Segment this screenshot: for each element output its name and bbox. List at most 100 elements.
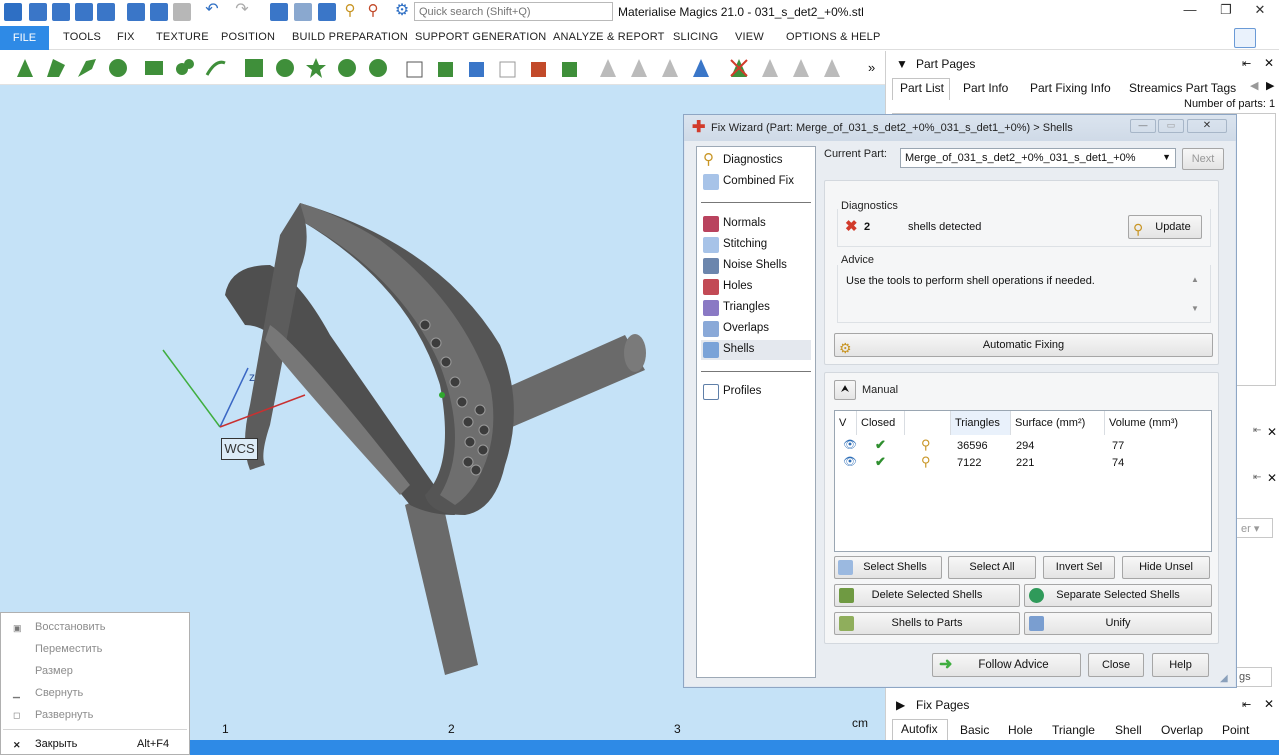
col-visible[interactable]: V <box>835 411 857 435</box>
view-cube-icon[interactable] <box>270 3 288 21</box>
dialog-close-icon[interactable]: ✕ <box>1187 119 1227 133</box>
triangle-edit-icon[interactable] <box>821 57 843 79</box>
undo-icon[interactable]: ↶ <box>203 2 221 21</box>
tab-overlap[interactable]: Overlap <box>1161 723 1203 737</box>
scroll-down-icon[interactable]: ▼ <box>1191 304 1199 313</box>
nav-combined-fix[interactable]: Combined Fix <box>701 172 811 192</box>
mark-surface-icon[interactable] <box>45 57 67 79</box>
cube-view-icon[interactable] <box>404 57 426 79</box>
menu-maximize[interactable]: Развернуть <box>35 709 93 721</box>
pin-icon[interactable]: ⇤ <box>1242 57 1251 70</box>
partial-dropdown[interactable]: er ▾ <box>1236 518 1273 538</box>
nav-noise-shells[interactable]: Noise Shells <box>701 256 811 276</box>
menu-analyze-report[interactable]: ANALYZE & REPORT <box>553 31 665 43</box>
mark-triangle-icon[interactable] <box>14 57 36 79</box>
menu-tools[interactable]: TOOLS <box>63 31 101 43</box>
cube-red-icon[interactable] <box>528 57 550 79</box>
fix-pages-expand-icon[interactable]: ▶ <box>896 698 905 712</box>
mark-plane-icon[interactable] <box>76 57 98 79</box>
cube-blue-icon[interactable] <box>466 57 488 79</box>
separate-selected-shells-button[interactable]: Separate Selected Shells <box>1024 584 1212 607</box>
close-button[interactable]: Close <box>1088 653 1144 677</box>
help-button[interactable]: Help <box>1152 653 1209 677</box>
nav-stitching[interactable]: Stitching <box>701 235 811 255</box>
menu-restore[interactable]: Восстановить <box>35 621 105 633</box>
new-file-icon[interactable] <box>29 3 47 21</box>
tab-triangle[interactable]: Triangle <box>1052 723 1095 737</box>
mark-star-icon[interactable] <box>305 57 327 79</box>
eye-icon[interactable]: 👁 <box>843 438 857 451</box>
save-icon[interactable] <box>75 3 93 21</box>
zoom-reset-icon[interactable]: ⚲ <box>364 3 382 21</box>
delete-selected-shells-button[interactable]: Delete Selected Shells <box>834 584 1020 607</box>
import-part-icon[interactable] <box>127 3 145 21</box>
triangle-gray-icon[interactable] <box>597 57 619 79</box>
resize-grip-icon[interactable]: ◢ <box>1220 673 1228 684</box>
triangle-copy-icon[interactable] <box>790 57 812 79</box>
cube-green-icon[interactable] <box>435 57 457 79</box>
menu-support-generation[interactable]: SUPPORT GENERATION <box>415 31 546 43</box>
tab-shell[interactable]: Shell <box>1115 723 1142 737</box>
menu-slicing[interactable]: SLICING <box>673 31 718 43</box>
table-row[interactable]: 👁 ✔ ⚲ 7122 221 74 <box>835 454 1211 471</box>
tab-basic[interactable]: Basic <box>960 723 989 737</box>
monitor-icon[interactable] <box>1234 28 1256 48</box>
col-surface[interactable]: Surface (mm²) <box>1011 411 1105 435</box>
part-pages-collapse-icon[interactable]: ▼ <box>896 57 908 71</box>
restore-window-icon[interactable]: ❐ <box>1216 2 1236 18</box>
tab-streamics-part-tags[interactable]: Streamics Part Tags <box>1129 81 1236 95</box>
manual-collapse-icon[interactable]: ⮝ <box>834 380 856 400</box>
fix-wizard-titlebar[interactable]: ✚ Fix Wizard (Part: Merge_of_031_s_det2_… <box>684 115 1236 141</box>
col-triangles[interactable]: Triangles <box>951 411 1011 435</box>
unify-button[interactable]: Unify <box>1024 612 1212 635</box>
menu-file[interactable]: FILE <box>0 26 49 50</box>
invert-sel-button[interactable]: Invert Sel <box>1043 556 1115 579</box>
zoom-window-icon[interactable] <box>294 3 312 21</box>
tab-hole[interactable]: Hole <box>1008 723 1033 737</box>
follow-advice-button[interactable]: ➜ Follow Advice <box>932 653 1081 677</box>
triangle-dotted-icon[interactable] <box>759 57 781 79</box>
table-row[interactable]: 👁 ✔ ⚲ 36596 294 77 <box>835 437 1211 454</box>
part-pages-close-icon[interactable]: ✕ <box>1264 56 1274 70</box>
mark-cylinder-icon[interactable] <box>174 57 196 79</box>
next-button[interactable]: Next <box>1182 148 1224 170</box>
nav-triangles[interactable]: Triangles <box>701 298 811 318</box>
automatic-fixing-button[interactable]: ⚙ Automatic Fixing <box>834 333 1213 357</box>
close-window-icon[interactable]: ✕ <box>1250 2 1270 18</box>
select-all-button[interactable]: Select All <box>948 556 1036 579</box>
settings-gear-icon[interactable]: ⚙ <box>393 3 411 21</box>
menu-build-preparation[interactable]: BUILD PREPARATION <box>292 31 408 43</box>
dialog-minimize-icon[interactable]: — <box>1130 119 1156 133</box>
scroll-up-icon[interactable]: ▲ <box>1191 275 1199 284</box>
cube-wire-icon[interactable] <box>497 57 519 79</box>
nav-holes[interactable]: Holes <box>701 277 811 297</box>
minimize-icon[interactable]: — <box>1180 2 1200 17</box>
mark-grid-icon[interactable] <box>243 57 265 79</box>
current-part-select[interactable]: Merge_of_031_s_det2_+0%_031_s_det1_+0% ▼ <box>900 148 1176 168</box>
mark-shell-icon[interactable] <box>107 57 129 79</box>
tab-scroll-left-icon[interactable]: ◀ <box>1250 79 1258 92</box>
menu-options-help[interactable]: OPTIONS & HELP <box>786 31 881 43</box>
menu-texture[interactable]: TEXTURE <box>156 31 209 43</box>
col-zoom[interactable] <box>905 411 951 435</box>
shells-to-parts-button[interactable]: Shells to Parts <box>834 612 1020 635</box>
eye-icon[interactable]: 👁 <box>843 455 857 468</box>
mark-wheel-icon[interactable] <box>367 57 389 79</box>
col-volume[interactable]: Volume (mm³) <box>1105 411 1211 435</box>
nav-diagnostics[interactable]: ⚲ Diagnostics <box>701 151 811 171</box>
menu-position[interactable]: POSITION <box>221 31 275 43</box>
partial-button[interactable]: gs <box>1236 667 1272 687</box>
close-icon-3[interactable]: ✕ <box>1267 471 1277 485</box>
zoom-extent-icon[interactable] <box>318 3 336 21</box>
zoom-to-shell-icon[interactable]: ⚲ <box>921 454 931 470</box>
app-logo-icon[interactable] <box>4 3 22 21</box>
tab-autofix[interactable]: Autofix <box>901 722 938 736</box>
zoom-to-shell-icon[interactable]: ⚲ <box>921 437 931 453</box>
tab-point[interactable]: Point <box>1222 723 1249 737</box>
cube-grid-icon[interactable] <box>559 57 581 79</box>
tab-part-info[interactable]: Part Info <box>963 81 1008 95</box>
mark-curve-icon[interactable] <box>205 57 227 79</box>
open-file-icon[interactable] <box>52 3 70 21</box>
mark-contour-icon[interactable] <box>143 57 165 79</box>
toolbar-overflow-icon[interactable]: » <box>868 60 875 75</box>
